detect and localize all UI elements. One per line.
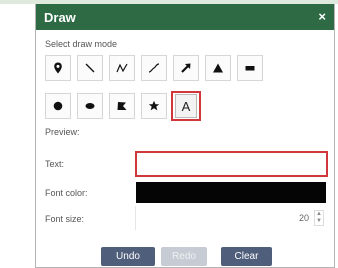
- line-icon: [85, 63, 95, 73]
- dialog-title: Draw: [44, 10, 76, 25]
- draw-mode-triangle-button[interactable]: [205, 55, 231, 81]
- chevron-up-icon[interactable]: ▲: [315, 211, 323, 218]
- preview-label: Preview:: [45, 127, 80, 137]
- circle-icon: [53, 101, 63, 111]
- draw-mode-label: Select draw mode: [45, 39, 118, 49]
- draw-mode-text-button[interactable]: A: [171, 91, 201, 121]
- triangle-icon: [213, 63, 223, 73]
- draw-mode-circle-button[interactable]: [45, 93, 71, 119]
- draw-mode-freehand-line-button[interactable]: [141, 55, 167, 81]
- ellipse-icon: [85, 103, 95, 109]
- chevron-down-icon[interactable]: ▼: [315, 218, 323, 225]
- point-marker-icon: [54, 62, 62, 74]
- close-icon[interactable]: ×: [318, 9, 326, 24]
- draw-mode-polyline-button[interactable]: [109, 55, 135, 81]
- font-color-swatch[interactable]: [136, 182, 326, 203]
- dialog-title-bar: Draw ×: [36, 4, 334, 30]
- font-size-label: Font size:: [45, 214, 85, 224]
- font-size-stepper[interactable]: 20 ▲ ▼: [135, 206, 327, 230]
- draw-dialog: Draw × Select draw mode A Preview: Text:…: [35, 4, 335, 268]
- polyline-icon: [116, 63, 128, 73]
- draw-mode-point-button[interactable]: [45, 55, 71, 81]
- text-input[interactable]: [135, 151, 328, 177]
- text-icon: A: [175, 94, 197, 118]
- polygon-icon: [117, 102, 127, 110]
- clear-button[interactable]: Clear: [221, 247, 272, 266]
- font-size-spin-buttons[interactable]: ▲ ▼: [314, 210, 324, 226]
- freehand-line-icon: [148, 63, 160, 73]
- text-label: Text:: [45, 159, 65, 169]
- redo-button[interactable]: Redo: [161, 247, 207, 266]
- undo-button[interactable]: Undo: [101, 247, 155, 266]
- font-size-value: 20: [298, 213, 309, 223]
- font-color-label: Font color:: [45, 188, 88, 198]
- rectangle-icon: [245, 66, 255, 71]
- freehand-polygon-icon: [148, 100, 160, 111]
- draw-mode-rectangle-button[interactable]: [237, 55, 263, 81]
- arrow-icon: [181, 63, 191, 73]
- draw-mode-freehand-polygon-button[interactable]: [141, 93, 167, 119]
- draw-mode-arrow-button[interactable]: [173, 55, 199, 81]
- draw-mode-ellipse-button[interactable]: [77, 93, 103, 119]
- draw-mode-polygon-button[interactable]: [109, 93, 135, 119]
- draw-mode-line-button[interactable]: [77, 55, 103, 81]
